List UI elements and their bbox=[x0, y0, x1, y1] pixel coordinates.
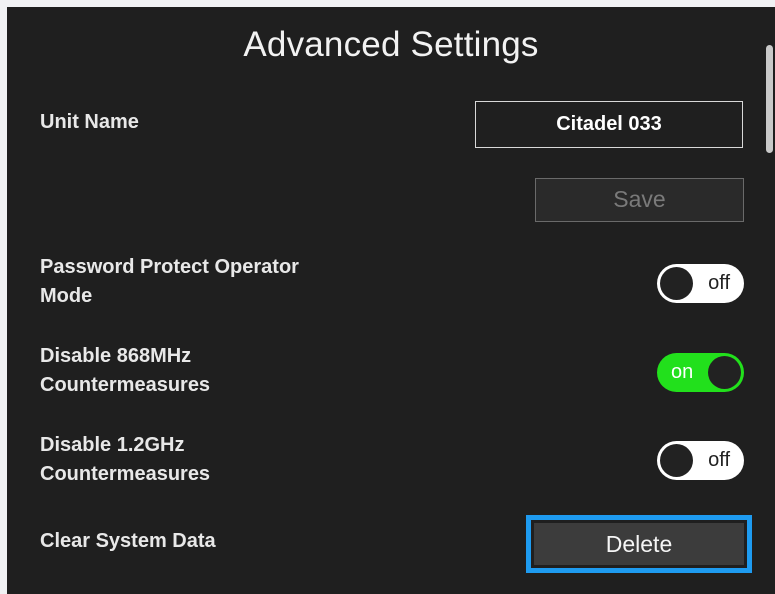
disable-1-2ghz-label: Disable 1.2GHz Countermeasures bbox=[40, 434, 211, 485]
delete-button[interactable]: Delete bbox=[534, 523, 744, 565]
toggle-state-text: off bbox=[708, 449, 730, 471]
delete-highlight-frame: Delete bbox=[526, 515, 752, 573]
clear-system-data-label: Clear System Data bbox=[40, 530, 216, 552]
password-protect-label: Password Protect Operator Mode bbox=[40, 256, 299, 307]
toggle-knob bbox=[708, 356, 741, 389]
disable-1-2ghz-toggle[interactable]: off bbox=[657, 441, 744, 480]
toggle-knob bbox=[660, 267, 693, 300]
toggle-knob bbox=[660, 444, 693, 477]
toggle-state-text: on bbox=[671, 361, 694, 383]
unit-name-label: Unit Name bbox=[40, 111, 139, 133]
toggle-state-text: off bbox=[708, 272, 730, 294]
disable-868mhz-label: Disable 868MHz Countermeasures bbox=[40, 345, 211, 396]
page-title: Advanced Settings bbox=[243, 25, 539, 64]
advanced-settings-panel: Advanced Settings Unit Name Save Passwor… bbox=[7, 7, 775, 594]
password-protect-toggle[interactable]: off bbox=[657, 264, 744, 303]
save-button[interactable]: Save bbox=[535, 178, 744, 222]
unit-name-input[interactable] bbox=[475, 101, 743, 148]
disable-868mhz-toggle[interactable]: on bbox=[657, 353, 744, 392]
scrollbar[interactable] bbox=[766, 45, 773, 153]
